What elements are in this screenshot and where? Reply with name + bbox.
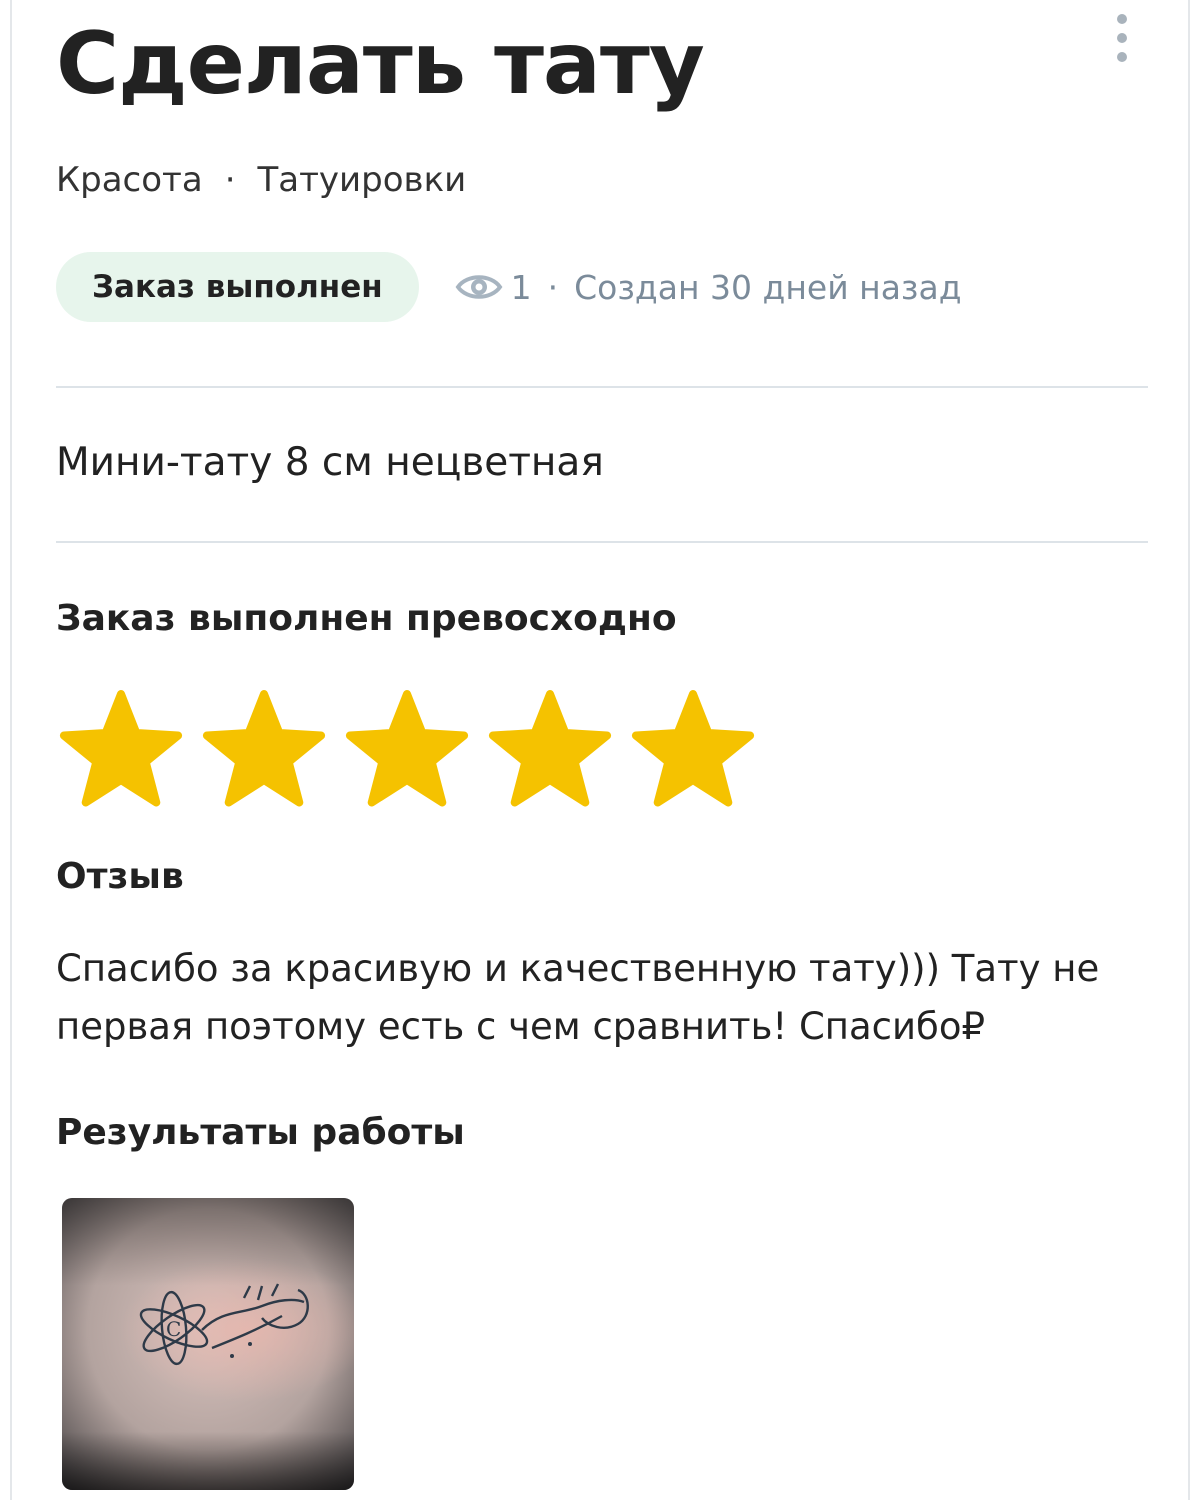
results-heading: Результаты работы [56,1112,465,1153]
more-dot [1117,14,1127,24]
review-text-line: Спасибо за красивую и качественную тату)… [56,947,1100,990]
tattoo-photo-image: C [62,1198,354,1490]
more-dot [1117,52,1127,62]
star-rating [56,688,771,812]
breadcrumb-separator: · [224,160,236,200]
review-text-line: первая поэтому есть с чем сравнить! Спас… [56,1005,986,1048]
eye-icon [455,275,503,299]
tattoo-glyph: C [166,1317,181,1341]
star-icon [631,690,755,807]
views-info: 1 · Создан 30 дней назад [455,268,962,307]
status-label: Заказ выполнен [92,269,383,305]
breadcrumb-category[interactable]: Красота [56,160,203,200]
order-description: Мини-тату 8 см нецветная [56,440,604,485]
breadcrumb-subcategory[interactable]: Татуировки [258,160,467,200]
star-icon [59,690,183,807]
order-meta: Заказ выполнен 1 · Создан 30 дней назад [56,252,962,322]
star-icon [202,690,326,807]
created-date: Создан 30 дней назад [574,267,962,307]
review-text: Спасибо за красивую и качественную тату)… [56,940,1148,1056]
views-count: 1 [510,267,532,307]
status-badge: Заказ выполнен [56,252,419,322]
review-heading: Отзыв [56,856,184,897]
page-title: Сделать тату [56,14,705,114]
more-options-icon[interactable] [1108,14,1136,62]
tattoo-result-photo[interactable]: C [62,1198,354,1490]
divider [56,386,1148,388]
meta-separator: · [547,267,559,307]
star-icon [345,690,469,807]
divider [56,541,1148,543]
breadcrumb: Красота · Татуировки [56,160,466,200]
star-icon [488,690,612,807]
more-dot [1117,33,1127,43]
rating-heading: Заказ выполнен превосходно [56,598,677,639]
